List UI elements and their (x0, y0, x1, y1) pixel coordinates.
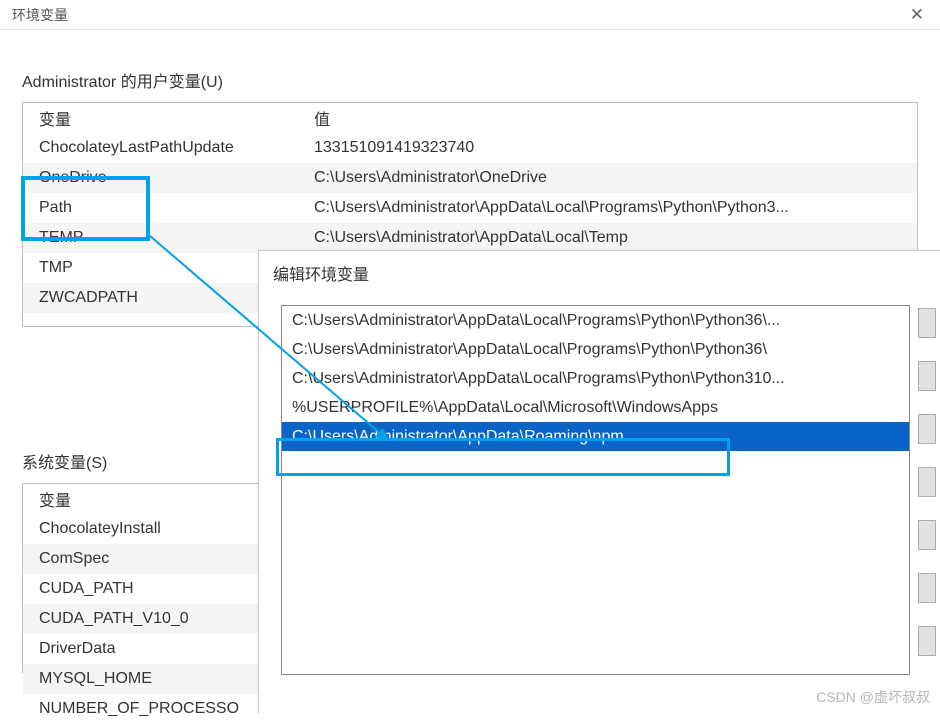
table-row[interactable]: Path C:\Users\Administrator\AppData\Loca… (23, 193, 917, 223)
edit-env-dialog: 编辑环境变量 C:\Users\Administrator\AppData\Lo… (258, 250, 940, 713)
dialog-button[interactable] (918, 308, 936, 338)
col-header-name: 变量 (39, 106, 314, 130)
var-value: C:\Users\Administrator\OneDrive (314, 169, 907, 187)
var-name: ChocolateyLastPathUpdate (39, 139, 314, 157)
list-item[interactable]: %USERPROFILE%\AppData\Local\Microsoft\Wi… (282, 393, 909, 422)
edit-dialog-body: C:\Users\Administrator\AppData\Local\Pro… (259, 305, 940, 675)
var-name: OneDrive (39, 169, 314, 187)
table-row[interactable]: TEMP C:\Users\Administrator\AppData\Loca… (23, 223, 917, 253)
table-row[interactable]: ChocolateyLastPathUpdate 133151091419323… (23, 133, 917, 163)
table-row[interactable]: OneDrive C:\Users\Administrator\OneDrive (23, 163, 917, 193)
edit-dialog-title: 编辑环境变量 (259, 251, 940, 305)
dialog-button[interactable] (918, 573, 936, 603)
list-item[interactable]: C:\Users\Administrator\AppData\Local\Pro… (282, 306, 909, 335)
list-item-selected[interactable]: C:\Users\Administrator\AppData\Roaming\n… (282, 422, 909, 451)
list-item[interactable]: C:\Users\Administrator\AppData\Local\Pro… (282, 364, 909, 393)
dialog-button[interactable] (918, 361, 936, 391)
edit-buttons-column (910, 305, 940, 675)
var-value: 133151091419323740 (314, 139, 907, 157)
var-value: C:\Users\Administrator\AppData\Local\Tem… (314, 229, 907, 247)
titlebar: 环境变量 ✕ (0, 0, 940, 30)
var-name: TEMP (39, 229, 314, 247)
dialog-button[interactable] (918, 626, 936, 656)
close-icon[interactable]: ✕ (904, 5, 930, 25)
dialog-button[interactable] (918, 467, 936, 497)
window-title: 环境变量 (12, 5, 904, 25)
var-name: Path (39, 199, 314, 217)
dialog-button[interactable] (918, 520, 936, 550)
path-entries-listbox[interactable]: C:\Users\Administrator\AppData\Local\Pro… (281, 305, 910, 675)
var-value: C:\Users\Administrator\AppData\Local\Pro… (314, 199, 907, 217)
watermark: CSDN @虚坏叔叔 (816, 687, 930, 707)
list-item[interactable]: C:\Users\Administrator\AppData\Local\Pro… (282, 335, 909, 364)
col-header-value: 值 (314, 106, 907, 130)
dialog-button[interactable] (918, 414, 936, 444)
user-vars-label: Administrator 的用户变量(U) (22, 68, 918, 92)
user-vars-header: 变量 值 (23, 103, 917, 133)
